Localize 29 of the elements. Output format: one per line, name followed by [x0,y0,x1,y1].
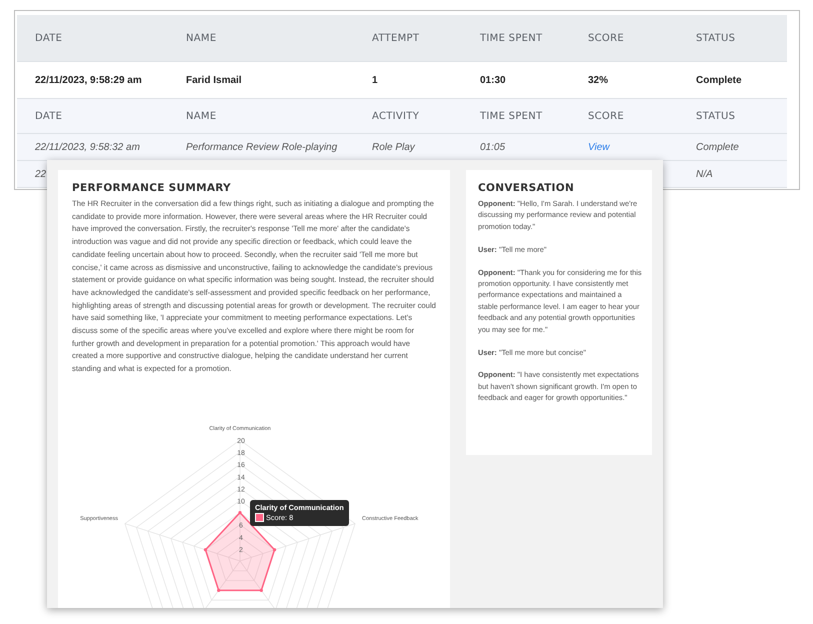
column-header: ACTIVITY [372,110,420,122]
column-header: DATE [35,110,64,122]
view-link[interactable]: View [588,142,696,152]
column-header: DATE [35,32,64,44]
table-cell-text: 22 [35,168,48,180]
column-header: NAME [186,110,218,122]
column-header: NAME [186,32,218,44]
table-cell-text: 01:05 [480,142,506,152]
table-cell-text: N/A [696,168,714,180]
table-cell-text: 01:30 [480,74,507,86]
legend-swatch [255,513,264,522]
column-header: SCORE [588,32,625,44]
table-cell-text: Farid Ismail [186,74,243,86]
table-cell-text: 22/11/2023, 9:58:32 am [35,142,141,152]
column-header: TIME SPENT [480,32,544,44]
table-cell-text: 32% [588,74,610,86]
table-cell-text: 22/11/2023, 9:58:29 am [35,74,143,86]
column-header: ATTEMPT [372,32,420,44]
column-header: SCORE [588,110,625,122]
conversation-title: CONVERSATION [478,182,576,194]
table-cell-text: Performance Review Role-playing [186,142,338,152]
table-cell-text: Role Play [372,142,416,152]
column-header: STATUS [696,110,736,122]
table-cell-text: 1 [372,74,379,86]
summary-title: PERFORMANCE SUMMARY [72,182,232,194]
table-cell-text: Complete [696,142,740,152]
column-header: STATUS [696,32,736,44]
table-cell-text: Complete [696,74,743,86]
column-header: TIME SPENT [480,110,544,122]
